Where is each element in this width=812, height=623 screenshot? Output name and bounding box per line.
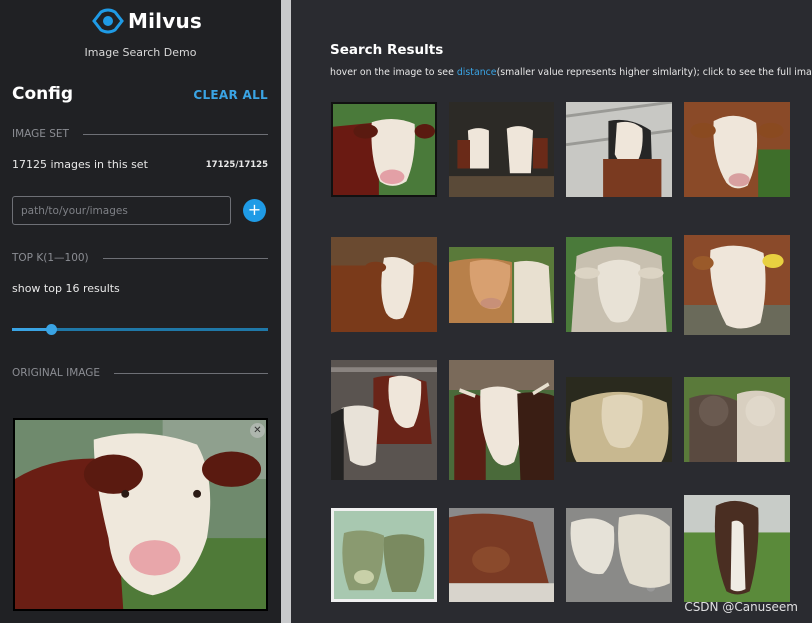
clear-all-button[interactable]: CLEAR ALL: [193, 88, 268, 102]
sheep-photo: [566, 508, 672, 602]
app-subtitle: Image Search Demo: [84, 46, 197, 59]
result-image-7[interactable]: [566, 237, 672, 332]
image-count-ratio: 17125/17125: [205, 160, 268, 170]
result-image-3[interactable]: [566, 102, 672, 197]
cow-photo: [449, 247, 554, 323]
original-cow-photo: [15, 420, 266, 609]
results-title: Search Results: [330, 42, 444, 58]
topk-heading-label: TOP K(1—100): [12, 252, 89, 264]
cow-photo: [331, 360, 437, 480]
cow-photo: [331, 237, 437, 332]
scrollbar[interactable]: [281, 0, 291, 623]
result-image-9[interactable]: [331, 360, 437, 480]
milvus-logo: Milvus: [92, 8, 202, 34]
brand-name: Milvus: [128, 9, 202, 33]
plus-icon: +: [247, 200, 262, 219]
close-icon[interactable]: ✕: [250, 423, 265, 438]
slider-thumb[interactable]: [45, 324, 57, 335]
image-set-heading: IMAGE SET: [12, 128, 268, 140]
hint-after: (smaller value represents higher simlari…: [496, 67, 812, 78]
original-image[interactable]: [13, 418, 268, 611]
result-image-1[interactable]: [331, 102, 437, 197]
cow-photo: [449, 360, 554, 480]
slider-fill: [12, 328, 51, 331]
distance-link[interactable]: distance: [457, 67, 497, 78]
config-sidebar: Milvus Image Search Demo Config CLEAR AL…: [0, 0, 281, 623]
result-image-14[interactable]: [449, 508, 554, 602]
sheep-photo: [566, 377, 672, 462]
original-image-heading-label: ORIGINAL IMAGE: [12, 367, 101, 379]
image-path-input[interactable]: [12, 196, 231, 225]
section-divider: [114, 372, 268, 374]
section-divider: [102, 257, 268, 259]
cow-photo: [684, 102, 790, 197]
result-image-5[interactable]: [331, 237, 437, 332]
result-image-8[interactable]: [684, 235, 790, 335]
add-images-button[interactable]: +: [243, 199, 266, 222]
cow-photo: [449, 102, 554, 197]
topk-slider[interactable]: [12, 324, 268, 336]
watermark: CSDN @Canuseem: [684, 600, 798, 614]
topk-summary: show top 16 results: [12, 282, 120, 295]
result-image-12[interactable]: [684, 377, 790, 462]
horse-photo: [684, 495, 790, 602]
result-image-6[interactable]: [449, 247, 554, 323]
result-image-2[interactable]: [449, 102, 554, 197]
hint-before: hover on the image to see: [330, 67, 457, 78]
original-image-heading: ORIGINAL IMAGE: [12, 367, 268, 379]
config-title: Config: [12, 84, 74, 104]
sheep-photo: [684, 377, 790, 462]
milvus-logo-icon: [92, 8, 124, 34]
results-hint: hover on the image to see distance(small…: [330, 67, 812, 78]
cow-photo: [684, 235, 790, 335]
topk-heading: TOP K(1—100): [12, 252, 268, 264]
sheep-photo: [566, 237, 672, 332]
result-image-16[interactable]: [684, 495, 790, 602]
result-image-15[interactable]: [566, 508, 672, 602]
result-image-13[interactable]: [331, 508, 437, 602]
image-count-text: 17125 images in this set: [12, 158, 148, 171]
cow-photo: [334, 511, 434, 599]
result-image-10[interactable]: [449, 360, 554, 480]
cow-photo: [449, 508, 554, 602]
cow-photo: [333, 104, 435, 195]
result-image-11[interactable]: [566, 377, 672, 462]
cow-photo: [566, 102, 672, 197]
section-divider: [82, 133, 268, 135]
result-image-4[interactable]: [684, 102, 790, 197]
image-set-heading-label: IMAGE SET: [12, 128, 69, 140]
